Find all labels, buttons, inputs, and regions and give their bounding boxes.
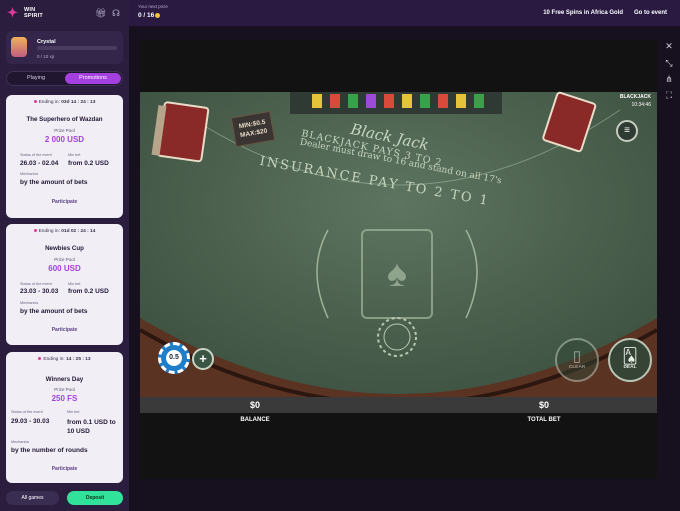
promo-ending: Ending in: 03d 14 : 24 : 13 [6,100,123,105]
participate-button[interactable]: Participate [6,199,123,205]
cards-icon: 🂡 [622,348,638,365]
level-avatar [11,37,27,57]
level-card: Crystal 0 / 10 xp [6,31,123,64]
promo-status-label: Status of the event [11,410,43,414]
top-bar: Your next prize 0 / 16 10 Free Spins in … [129,0,680,26]
promo-minbet-label: Min bet [68,282,81,286]
total-bet-label: TOTAL BET [527,417,561,423]
deal-button[interactable]: 🂡 DEAL [608,338,652,382]
next-prize-label: Your next prize [138,4,168,9]
plus-icon[interactable]: + [192,348,214,370]
promo-mechanics: by the number of rounds [11,447,88,454]
level-name: Crystal [37,39,56,45]
promo-card: Ending in: 14 : 25 : 13 Winners Day Priz… [6,352,123,483]
promo-status: 23.03 - 30.03 [20,288,59,295]
promo-ending: Ending in: 01d 02 : 24 : 14 [6,229,123,234]
promo-title: Newbies Cup [45,245,84,252]
promo-status-label: Status of the event [20,282,52,286]
level-xp: 0 / 10 xp [37,54,55,59]
table-graphic: ♠ [140,91,657,412]
card-icon: ▯ [572,348,582,365]
promo-pool: 600 USD [48,264,81,273]
balance-value: $0 [249,400,260,410]
logo[interactable]: ✦ WIN SPIRIT [7,6,43,20]
tab-promotions[interactable]: Promotions [65,73,121,84]
sidebar: ✦ WIN SPIRIT 🎁︎ ☊ Crystal 0 / 10 xp Playi… [0,0,129,511]
promo-minbet: from 0.1 USD to 10 USD [67,419,116,435]
balance-strip [140,397,657,413]
promo-minbet: from 0.2 USD [68,160,109,167]
logo-text: WIN SPIRIT [24,7,43,19]
promo-minbet-label: Min bet [67,410,80,414]
deposit-button[interactable]: Deposit [67,491,123,505]
promo-mechanics: by the amount of bets [20,308,88,315]
logo-mark-icon: ✦ [7,5,18,20]
promo-minbet: from 0.2 USD [68,288,109,295]
promo-mechanics: by the amount of bets [20,179,88,186]
participate-button[interactable]: Participate [6,327,123,333]
promo-minbet-label: Min bet [68,153,81,157]
coin-icon [155,12,161,18]
clear-button[interactable]: ▯ CLEAR [555,338,599,382]
promo-card: Ending in: 03d 14 : 24 : 13 The Superher… [6,95,123,218]
promo-title: The Superhero of Wazdan [26,116,103,123]
menu-icon[interactable]: ≡ [616,120,638,142]
game-name: BLACKJACK [619,94,651,100]
next-prize-value: 0 / 16 [138,12,161,19]
promo-pool-label: Prize Pool [54,257,75,262]
promo-ending: Ending in: 14 : 25 : 13 [6,357,123,362]
share-icon[interactable]: ⋔ [664,74,674,84]
shrink-icon[interactable]: ⤡ [664,58,674,68]
spade-icon: ♠ [387,253,407,295]
promo-status-label: Status of the event [20,153,52,157]
promo-pool-label: Prize Pool [54,128,75,133]
all-games-button[interactable]: All games [6,491,59,505]
promo-mechanics-label: Mechanics [20,172,39,176]
total-bet-value: $0 [538,400,549,410]
promo-mechanics-label: Mechanics [11,440,30,444]
blackjack-game[interactable]: ♠ MIN:$0.5 MAX:$20 Black Jack BLACKJACK … [140,40,657,479]
promo-pool-label: Prize Pool [54,387,75,392]
deal-label: DEAL [623,365,637,370]
promo-status: 26.03 - 02.04 [20,160,59,167]
game-time: 10:34:46 [631,102,651,108]
gift-icon[interactable]: 🎁︎ [95,8,106,18]
participate-button[interactable]: Participate [6,466,123,472]
tab-playing[interactable]: Playing [9,73,63,84]
go-to-event-link[interactable]: Go to event [634,10,667,16]
card-shoe [151,101,210,163]
promo-title: Winners Day [45,376,84,383]
promo-pool: 250 FS [51,394,78,403]
level-progress-bar [37,46,117,50]
promo-card: Ending in: 01d 02 : 24 : 14 Newbies Cup … [6,224,123,345]
headset-icon[interactable]: ☊ [111,8,121,18]
clear-label: CLEAR [568,365,586,370]
event-promo-text: 10 Free Spins in Africa Gold [543,10,623,16]
promo-mechanics-label: Mechanics [20,301,39,305]
chip-value: 0.5 [166,350,182,366]
promo-status: 29.03 - 30.03 [11,418,50,425]
tabs: Playing Promotions [6,71,123,86]
promo-pool: 2 000 USD [44,135,85,144]
fullscreen-icon[interactable]: ⛶ [664,90,674,100]
chip-selector[interactable]: 0.5 [158,342,190,374]
close-icon[interactable]: ✕ [664,41,674,51]
balance-label: BALANCE [240,417,270,423]
